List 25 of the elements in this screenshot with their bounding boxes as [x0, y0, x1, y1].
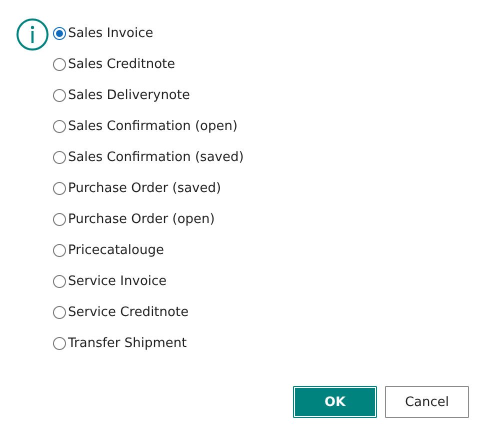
radio-button[interactable]: [53, 275, 66, 288]
ok-button[interactable]: OK: [293, 386, 377, 418]
radio-option[interactable]: Sales Invoice: [53, 26, 154, 41]
radio-option[interactable]: Service Creditnote: [53, 305, 189, 320]
radio-option[interactable]: Pricecatalouge: [53, 243, 164, 258]
radio-button[interactable]: [53, 151, 66, 164]
radio-option[interactable]: Purchase Order (saved): [53, 181, 222, 196]
radio-button[interactable]: [53, 337, 66, 350]
radio-option[interactable]: Sales Deliverynote: [53, 88, 190, 103]
radio-option[interactable]: Sales Creditnote: [53, 57, 176, 72]
radio-button[interactable]: [53, 89, 66, 102]
radio-button[interactable]: [53, 306, 66, 319]
radio-option[interactable]: Transfer Shipment: [53, 336, 187, 351]
radio-option[interactable]: Purchase Order (open): [53, 212, 215, 227]
radio-button[interactable]: [53, 213, 66, 226]
radio-button[interactable]: [53, 27, 66, 40]
radio-option[interactable]: Sales Confirmation (saved): [53, 150, 244, 165]
radio-option[interactable]: Service Invoice: [53, 274, 167, 289]
radio-button[interactable]: [53, 58, 66, 71]
radio-button[interactable]: [53, 244, 66, 257]
radio-option[interactable]: Sales Confirmation (open): [53, 119, 238, 134]
cancel-button[interactable]: Cancel: [385, 386, 469, 418]
radio-button[interactable]: [53, 120, 66, 133]
info-icon: [16, 18, 49, 51]
radio-button[interactable]: [53, 182, 66, 195]
